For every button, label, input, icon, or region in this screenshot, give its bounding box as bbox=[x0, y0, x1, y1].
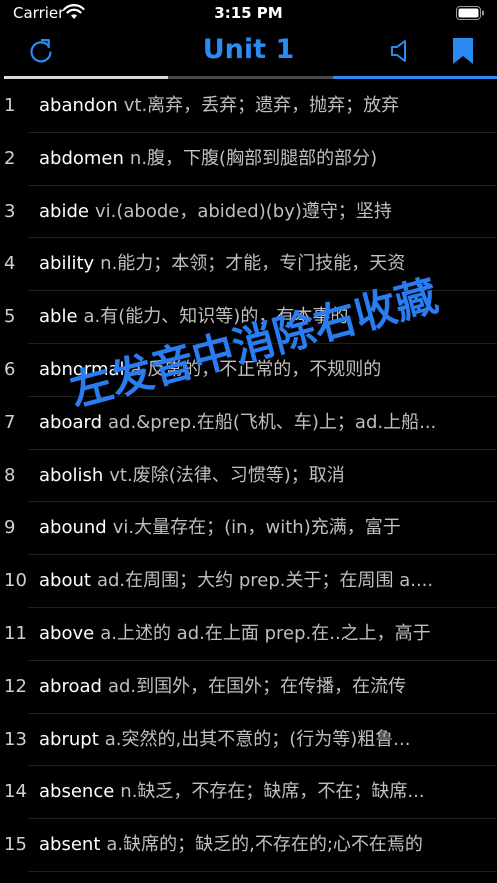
row-text: aboard ad.&prep.在船(飞机、车)上；ad.上船... bbox=[39, 397, 477, 450]
row-number: 6 bbox=[4, 358, 16, 380]
bookmark-button[interactable] bbox=[448, 34, 478, 68]
word-definition: a.上述的 ad.在上面 prep.在..之上，高于 bbox=[100, 622, 431, 644]
word-definition: n.缺乏，不存在；缺席，不在；缺席... bbox=[120, 781, 425, 803]
word-definition: ad.在周围；大约 prep.关于；在周围 a.... bbox=[96, 570, 434, 592]
row-number: 10 bbox=[4, 570, 27, 592]
word-definition: vt.离弃，丢弃；遗弃，抛弃；放弃 bbox=[123, 95, 400, 116]
word-term: abroad bbox=[39, 675, 102, 697]
word-term: abandon bbox=[39, 95, 118, 116]
row-number: 14 bbox=[4, 781, 27, 803]
word-term: abrupt bbox=[39, 728, 99, 750]
word-term: above bbox=[39, 622, 95, 644]
word-definition: n.能力；本领；才能，专门技能，天资 bbox=[100, 253, 406, 275]
row-number: 4 bbox=[4, 253, 16, 275]
word-row[interactable]: 8 abolish vt.废除(法律、习惯等)；取消 bbox=[0, 450, 497, 503]
word-row[interactable]: 9 abound vi.大量存在；(in，with)充满，富于 bbox=[0, 502, 497, 556]
sound-button[interactable] bbox=[386, 36, 416, 66]
word-term: abolish bbox=[39, 464, 104, 486]
word-term: about bbox=[39, 570, 91, 592]
row-text: absence n.缺乏，不存在；缺席，不在；缺席... bbox=[39, 766, 477, 819]
row-number: 9 bbox=[4, 517, 16, 539]
word-term: absence bbox=[39, 781, 115, 803]
bookmark-icon bbox=[453, 38, 473, 64]
status-bar: Carrier 3:15 PM bbox=[0, 0, 497, 28]
row-number: 2 bbox=[4, 147, 16, 169]
word-row[interactable]: 6 abnormal a.反常的，不正常的，不规则的 bbox=[0, 344, 497, 397]
row-number: 8 bbox=[4, 464, 16, 486]
battery-icon bbox=[456, 6, 484, 20]
word-row[interactable]: 14 absence n.缺乏，不存在；缺席，不在；缺席... bbox=[0, 766, 497, 820]
row-number: 5 bbox=[4, 306, 16, 328]
status-time: 3:15 PM bbox=[214, 4, 283, 22]
row-number: 1 bbox=[4, 95, 16, 116]
row-text: ability n.能力；本领；才能，专门技能，天资 bbox=[39, 238, 477, 291]
word-term: abound bbox=[39, 517, 107, 539]
row-text: about ad.在周围；大约 prep.关于；在周围 a.... bbox=[39, 555, 477, 608]
word-term: able bbox=[39, 306, 78, 328]
row-number: 7 bbox=[4, 411, 16, 433]
row-text: abolish vt.废除(法律、习惯等)；取消 bbox=[39, 450, 477, 503]
word-row[interactable]: 13 abrupt a.突然的,出其不意的；(行为等)粗鲁... bbox=[0, 714, 497, 767]
word-definition: vi.(abode，abided)(by)遵守；坚持 bbox=[94, 200, 392, 222]
row-number: 15 bbox=[4, 834, 27, 856]
word-row[interactable]: 12 abroad ad.到国外，在国外；在传播，在流传 bbox=[0, 661, 497, 714]
word-term: abnormal bbox=[39, 358, 125, 380]
word-definition: vt.废除(法律、习惯等)；取消 bbox=[109, 464, 345, 486]
row-number: 12 bbox=[4, 675, 27, 697]
word-definition: a.突然的,出其不意的；(行为等)粗鲁... bbox=[104, 728, 411, 750]
word-row[interactable]: 4 ability n.能力；本领；才能，专门技能，天资 bbox=[0, 238, 497, 292]
word-row[interactable]: 15 absent a.缺席的；缺乏的,不存在的;心不在焉的 bbox=[0, 819, 497, 872]
progress-segment bbox=[4, 76, 169, 79]
word-definition: n.腹，下腹(胸部到腿部的部分) bbox=[129, 147, 378, 169]
row-text: abrupt a.突然的,出其不意的；(行为等)粗鲁... bbox=[39, 714, 477, 767]
word-definition: ad.到国外，在国外；在传播，在流传 bbox=[107, 675, 407, 697]
row-text: abound vi.大量存在；(in，with)充满，富于 bbox=[39, 502, 477, 555]
row-text: abnormal a.反常的，不正常的，不规则的 bbox=[39, 344, 477, 397]
row-divider bbox=[28, 870, 497, 872]
word-definition: a.缺席的；缺乏的,不存在的;心不在焉的 bbox=[106, 834, 423, 856]
row-text: above a.上述的 ad.在上面 prep.在..之上，高于 bbox=[39, 608, 477, 661]
word-row[interactable]: 7 aboard ad.&prep.在船(飞机、车)上；ad.上船... bbox=[0, 397, 497, 450]
speaker-icon bbox=[391, 40, 406, 62]
row-text: abroad ad.到国外，在国外；在传播，在流传 bbox=[39, 661, 477, 714]
word-term: absent bbox=[39, 834, 101, 856]
progress-segment bbox=[332, 76, 497, 79]
nav-bar: Unit 1 bbox=[0, 28, 497, 76]
page-title: Unit 1 bbox=[202, 34, 295, 65]
word-definition: a.有(能力、知识等)的，有本事的 bbox=[83, 306, 349, 328]
word-row[interactable]: 10 about ad.在周围；大约 prep.关于；在周围 a.... bbox=[0, 555, 497, 608]
word-row[interactable]: 5 able a.有(能力、知识等)的，有本事的 bbox=[0, 291, 497, 344]
row-text: abandon vt.离弃，丢弃；遗弃，抛弃；放弃 bbox=[39, 80, 477, 133]
progress-segment bbox=[168, 76, 333, 79]
word-row[interactable]: 3 abide vi.(abode，abided)(by)遵守；坚持 bbox=[0, 186, 497, 239]
word-term: aboard bbox=[39, 411, 103, 433]
progress-indicator bbox=[4, 76, 497, 79]
row-text: able a.有(能力、知识等)的，有本事的 bbox=[39, 291, 477, 344]
word-definition: ad.&prep.在船(飞机、车)上；ad.上船... bbox=[108, 411, 437, 433]
word-term: abide bbox=[39, 200, 89, 222]
word-row[interactable]: 1 abandon vt.离弃，丢弃；遗弃，抛弃；放弃 bbox=[0, 80, 497, 133]
word-term: abdomen bbox=[39, 147, 124, 169]
row-text: abdomen n.腹，下腹(胸部到腿部的部分) bbox=[39, 133, 477, 186]
row-text: abide vi.(abode，abided)(by)遵守；坚持 bbox=[39, 186, 477, 239]
word-row[interactable]: 11 above a.上述的 ad.在上面 prep.在..之上，高于 bbox=[0, 608, 497, 661]
row-number: 11 bbox=[4, 622, 27, 644]
word-row[interactable]: 2 abdomen n.腹，下腹(胸部到腿部的部分) bbox=[0, 133, 497, 186]
row-number: 3 bbox=[4, 200, 16, 222]
word-list: 1 abandon vt.离弃，丢弃；遗弃，抛弃；放弃 2 abdomen n.腹，下腹(… bbox=[0, 80, 497, 883]
row-text: absent a.缺席的；缺乏的,不存在的;心不在焉的 bbox=[39, 819, 477, 872]
word-definition: a.反常的，不正常的，不规则的 bbox=[130, 358, 382, 380]
word-definition: vi.大量存在；(in，with)充满，富于 bbox=[112, 517, 401, 539]
word-term: ability bbox=[39, 253, 95, 275]
row-number: 13 bbox=[4, 728, 27, 750]
